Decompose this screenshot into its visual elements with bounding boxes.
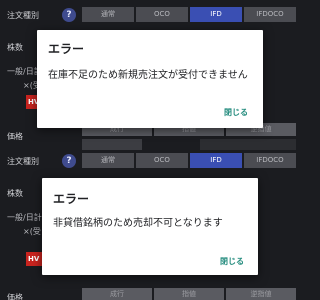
order-form-screen-bottom: 注文種別 ? 通常 OCO IFD IFDOCO 株数 一般/日計 ×(受 HV… [0,150,300,300]
price-type-segmented-control: 成行 指値 逆指値 [82,288,296,300]
price-field-right[interactable] [200,139,296,150]
order-type-option-normal[interactable]: 通常 [82,7,134,22]
receipt-label: ×(受 [23,227,41,236]
error-dialog-message: 非貸借銘柄のため売却不可となります [53,218,223,229]
order-form-screen-top: 注文種別 ? 通常 OCO IFD IFDOCO 株数 一般/日計 ×(受 HV… [0,0,300,150]
price-field-left[interactable] [82,139,142,150]
error-dialog: エラー 非貸借銘柄のため売却不可となります 閉じる [42,178,258,275]
price-option-limit[interactable]: 指値 [154,288,224,300]
close-button[interactable]: 閉じる [220,256,244,267]
close-button[interactable]: 閉じる [224,107,248,118]
order-type-option-oco[interactable]: OCO [136,7,188,22]
help-icon[interactable]: ? [62,154,76,168]
price-option-market[interactable]: 成行 [82,288,152,300]
error-dialog-title: エラー [48,42,85,56]
error-dialog-message: 在庫不足のため新規売注文が受付できません [48,70,248,81]
quantity-label: 株数 [7,189,23,198]
account-type-label: 一般/日計 [7,213,42,222]
order-type-option-ifdoco[interactable]: IFDOCO [244,153,296,168]
price-label: 価格 [7,132,23,141]
order-type-label: 注文種別 [7,157,39,166]
quantity-label: 株数 [7,43,23,52]
price-label: 価格 [7,293,23,300]
price-option-stop[interactable]: 逆指値 [226,288,296,300]
order-type-segmented-control: 通常 OCO IFD IFDOCO [82,7,296,22]
order-type-option-ifd[interactable]: IFD [190,153,242,168]
error-dialog-title: エラー [53,192,90,206]
order-type-option-oco[interactable]: OCO [136,153,188,168]
help-icon[interactable]: ? [62,8,76,22]
order-type-label: 注文種別 [7,11,39,20]
order-type-row: 注文種別 ? 通常 OCO IFD IFDOCO [0,152,300,168]
order-type-row: 注文種別 ? 通常 OCO IFD IFDOCO [0,6,300,22]
order-type-option-ifdoco[interactable]: IFDOCO [244,7,296,22]
order-type-segmented-control: 通常 OCO IFD IFDOCO [82,153,296,168]
order-type-option-ifd[interactable]: IFD [190,7,242,22]
order-type-option-normal[interactable]: 通常 [82,153,134,168]
error-dialog: エラー 在庫不足のため新規売注文が受付できません 閉じる [37,30,263,128]
